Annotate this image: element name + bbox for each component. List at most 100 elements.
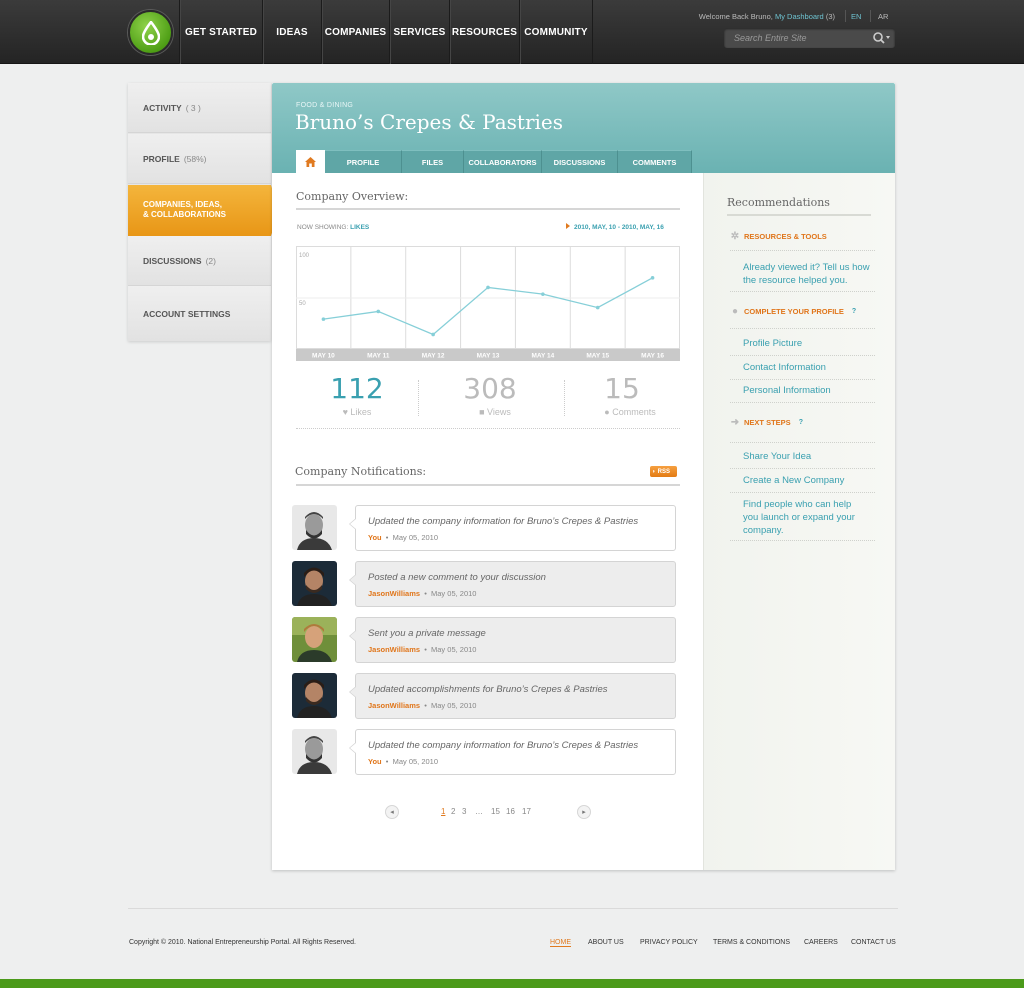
rec-heading-label: COMPLETE YOUR PROFILE: [744, 306, 844, 316]
footer-link-terms[interactable]: TERMS & CONDITIONS: [713, 939, 790, 946]
sidebar-item-label: PROFILE: [143, 153, 180, 164]
footer-link-privacy-policy[interactable]: PRIVACY POLICY: [640, 939, 698, 946]
rss-feed-button[interactable]: ◗ RSS: [650, 466, 677, 477]
language-en-link[interactable]: EN: [851, 12, 861, 21]
footer-link-careers[interactable]: CAREERS: [804, 939, 838, 946]
stat-label: Comments: [612, 407, 656, 417]
nav-get-started[interactable]: GET STARTED: [179, 0, 262, 64]
welcome-message: Welcome Back Bruno, My Dashboard (3): [640, 12, 835, 21]
tab-comments[interactable]: COMMENTS: [618, 150, 692, 173]
avatar[interactable]: [292, 505, 337, 550]
pagination-prev-button[interactable]: ◂: [385, 805, 399, 819]
site-search-input[interactable]: [724, 28, 895, 48]
nav-services[interactable]: SERVICES: [389, 0, 449, 64]
share-idea-link[interactable]: Share Your Idea: [743, 450, 875, 463]
help-icon[interactable]: ?: [852, 308, 856, 315]
date-range-selector[interactable]: 2010, MAY, 10 - 2010, MAY, 16: [566, 223, 664, 231]
avatar[interactable]: [292, 729, 337, 774]
company-category: FOOD & DINING: [296, 102, 354, 109]
sidebar-item-count: (2): [205, 255, 216, 266]
tab-discussions[interactable]: DISCUSSIONS: [542, 150, 618, 173]
avatar[interactable]: [292, 617, 337, 662]
find-people-link[interactable]: Find people who can help you launch or e…: [743, 498, 875, 537]
stat-label: Views: [487, 407, 511, 417]
chart-x-tick-label: MAY 10: [312, 353, 335, 360]
chart-data-point[interactable]: [376, 309, 381, 314]
footer-link-home[interactable]: HOME: [550, 939, 571, 947]
rss-icon: ◗: [652, 468, 656, 475]
chart-data-point[interactable]: [541, 292, 545, 296]
footer-link-contact-us[interactable]: CONTACT US: [851, 939, 896, 946]
chart-data-point[interactable]: [650, 276, 655, 280]
page-link-3[interactable]: 3: [462, 807, 466, 816]
rec-link-text: you launch or expand your: [743, 512, 855, 523]
resources-tools-heading[interactable]: ✲ RESOURCES & TOOLS: [730, 231, 827, 242]
notification-item[interactable]: Sent you a private message JasonWilliams…: [349, 617, 676, 663]
drop-logo-icon: [142, 21, 160, 45]
site-logo[interactable]: [128, 10, 173, 55]
chart-data-point[interactable]: [321, 317, 326, 321]
contact-information-link[interactable]: Contact Information: [743, 361, 875, 374]
sidebar-item-label: ACTIVITY: [143, 102, 182, 113]
divider: [730, 291, 875, 292]
rec-link-text: company.: [743, 525, 784, 536]
nav-community[interactable]: COMMUNITY: [519, 0, 593, 64]
sidebar-item-activity[interactable]: ACTIVITY ( 3 ): [128, 83, 271, 133]
create-company-link[interactable]: Create a New Company: [743, 474, 875, 487]
notification-text: Updated the company information for Brun…: [368, 516, 639, 527]
tab-collaborators[interactable]: COLLABORATORS: [464, 150, 542, 173]
nav-ideas[interactable]: IDEAS: [262, 0, 321, 64]
complete-profile-heading[interactable]: ● COMPLETE YOUR PROFILE?: [730, 306, 856, 317]
personal-information-link[interactable]: Personal Information: [743, 384, 875, 397]
chart-data-point[interactable]: [431, 332, 435, 337]
sidebar-item-companies-ideas-collaborations[interactable]: COMPANIES, IDEAS, & COLLABORATIONS: [128, 185, 280, 236]
divider: [730, 355, 875, 356]
chart-data-point[interactable]: [486, 285, 490, 290]
sidebar-item-discussions[interactable]: DISCUSSIONS (2): [128, 236, 271, 286]
tab-home[interactable]: [296, 150, 325, 173]
notification-text: Posted a new comment to your discussion: [368, 572, 546, 583]
nav-companies[interactable]: COMPANIES: [321, 0, 389, 64]
sidebar-item-account-settings[interactable]: ACCOUNT SETTINGS: [128, 286, 271, 341]
sidebar-item-label: COMPANIES, IDEAS,: [143, 200, 222, 209]
divider: [296, 428, 680, 429]
help-icon[interactable]: ?: [799, 419, 803, 426]
resource-feedback-link[interactable]: Already viewed it? Tell us how the resou…: [743, 261, 875, 287]
now-showing-label: NOW SHOWING:: [297, 224, 349, 231]
notification-user[interactable]: You: [368, 757, 382, 766]
page-link-2[interactable]: 2: [451, 807, 455, 816]
notification-user[interactable]: JasonWilliams: [368, 645, 420, 654]
page-link-15[interactable]: 15: [491, 807, 500, 816]
notification-date: May 05, 2010: [392, 757, 439, 766]
now-showing-value[interactable]: LIKES: [350, 224, 369, 231]
page-link-16[interactable]: 16: [506, 807, 515, 816]
notification-user[interactable]: JasonWilliams: [368, 701, 420, 710]
notification-user[interactable]: JasonWilliams: [368, 589, 420, 598]
nav-resources[interactable]: RESOURCES: [449, 0, 519, 64]
profile-picture-link[interactable]: Profile Picture: [743, 337, 875, 350]
avatar[interactable]: [292, 561, 337, 606]
notification-item[interactable]: Updated accomplishments for Bruno’s Crep…: [349, 673, 676, 719]
divider: [296, 484, 680, 486]
page-link-1[interactable]: 1: [441, 807, 445, 816]
search-button[interactable]: [872, 31, 892, 45]
chart-data-point[interactable]: [595, 305, 600, 310]
language-ar-link[interactable]: AR: [878, 12, 888, 21]
pagination-next-button[interactable]: ▸: [577, 805, 591, 819]
my-dashboard-link[interactable]: My Dashboard: [775, 12, 824, 21]
page-ellipsis: …: [475, 807, 483, 816]
page-link-17[interactable]: 17: [522, 807, 531, 816]
notification-user[interactable]: You: [368, 533, 382, 542]
next-steps-heading[interactable]: ➜ NEXT STEPS?: [730, 417, 803, 428]
tab-profile[interactable]: PROFILE: [325, 150, 402, 173]
notification-date: May 05, 2010: [431, 645, 477, 654]
notification-item[interactable]: Updated the company information for Brun…: [349, 505, 676, 551]
overview-title: Company Overview:: [296, 190, 409, 203]
avatar[interactable]: [292, 673, 337, 718]
sidebar-item-profile[interactable]: PROFILE (58%): [128, 134, 271, 184]
footer-link-about-us[interactable]: ABOUT US: [588, 939, 624, 946]
notification-item[interactable]: Posted a new comment to your discussion …: [349, 561, 676, 607]
notification-item[interactable]: Updated the company information for Brun…: [349, 729, 676, 775]
divider: [730, 402, 875, 403]
tab-files[interactable]: FILES: [402, 150, 464, 173]
